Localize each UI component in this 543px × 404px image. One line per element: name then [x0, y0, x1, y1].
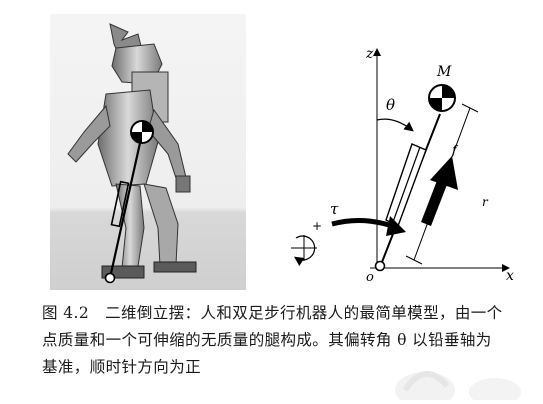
- leg-force-label: f: [451, 143, 459, 157]
- torque-label: τ: [330, 200, 339, 218]
- leg-length-label: r: [482, 195, 489, 209]
- angle-label: θ: [386, 96, 395, 114]
- sign-convention-icon: +: [291, 219, 322, 266]
- caption-line-3: 基准，顺时针方向为正: [42, 358, 202, 376]
- origin-pivot: [374, 260, 386, 272]
- pendulum-diagram: z x o M θ r f τ +: [262, 30, 524, 285]
- figure-number: 图 4.2: [42, 304, 90, 322]
- torque-arrow: [331, 218, 393, 229]
- leg-force-arrow: [421, 178, 448, 226]
- robot-photo: [50, 14, 246, 290]
- robot-photo-illustration: [50, 14, 246, 290]
- pivot-point: [104, 272, 116, 284]
- mass-point: [428, 84, 456, 112]
- angle-arc: [376, 118, 414, 132]
- caption-line-1: 二维倒立摆：人和双足步行机器人的最简单模型，由一个: [105, 304, 503, 322]
- caption-line-2: 点质量和一个可伸缩的无质量的腿构成。其偏转角 θ 以铅垂轴为: [42, 331, 492, 349]
- mass-symbol: [130, 120, 154, 144]
- z-axis-label: z: [365, 46, 374, 62]
- origin-label: o: [366, 270, 374, 282]
- plus-sign: +: [312, 219, 322, 233]
- x-axis-label: x: [506, 268, 514, 282]
- mass-label: M: [436, 64, 452, 80]
- watermark: [385, 350, 530, 404]
